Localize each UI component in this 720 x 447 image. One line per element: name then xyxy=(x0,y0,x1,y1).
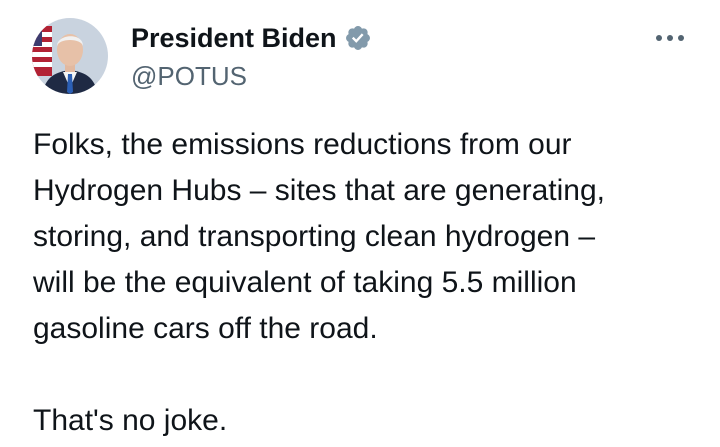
tweet-text-line: storing, and transporting clean hydrogen… xyxy=(33,220,596,253)
avatar-image xyxy=(32,18,108,94)
tweet-text-line: Folks, the emissions reductions from our xyxy=(33,128,572,161)
tweet-card: President Biden @POTUS Folks, the emissi… xyxy=(0,0,720,447)
tweet-text: Folks, the emissions reductions from our… xyxy=(33,122,708,444)
author-display-name[interactable]: President Biden xyxy=(131,22,337,54)
avatar[interactable] xyxy=(32,18,108,94)
tweet-text-line: gasoline cars off the road. xyxy=(33,312,378,345)
more-horizontal-icon[interactable] xyxy=(650,24,690,52)
author-name-row: President Biden xyxy=(131,22,372,54)
tweet-text-line: will be the equivalent of taking 5.5 mil… xyxy=(33,266,577,299)
tweet-text-line: Hydrogen Hubs – sites that are generatin… xyxy=(33,174,606,207)
tweet-closing-line: That's no joke. xyxy=(33,404,228,437)
author-handle[interactable]: @POTUS xyxy=(131,60,247,92)
verified-badge-icon[interactable] xyxy=(344,24,372,52)
